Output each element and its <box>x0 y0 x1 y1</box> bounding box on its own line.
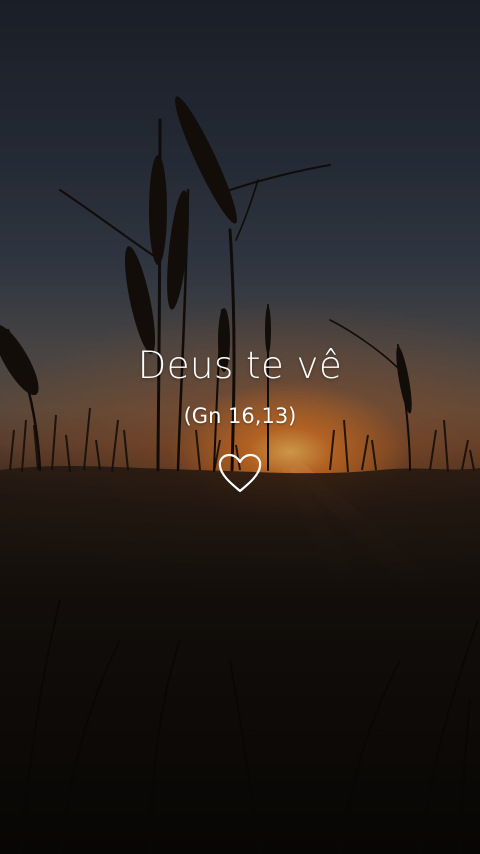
verse-reference: (Gn 16,13) <box>183 404 297 428</box>
verse-overlay: Deus te vê (Gn 16,13) <box>0 0 480 854</box>
heart-outline-icon[interactable] <box>217 452 263 494</box>
verse-wallpaper-screen: Deus te vê (Gn 16,13) <box>0 0 480 854</box>
verse-text: Deus te vê <box>137 344 343 387</box>
